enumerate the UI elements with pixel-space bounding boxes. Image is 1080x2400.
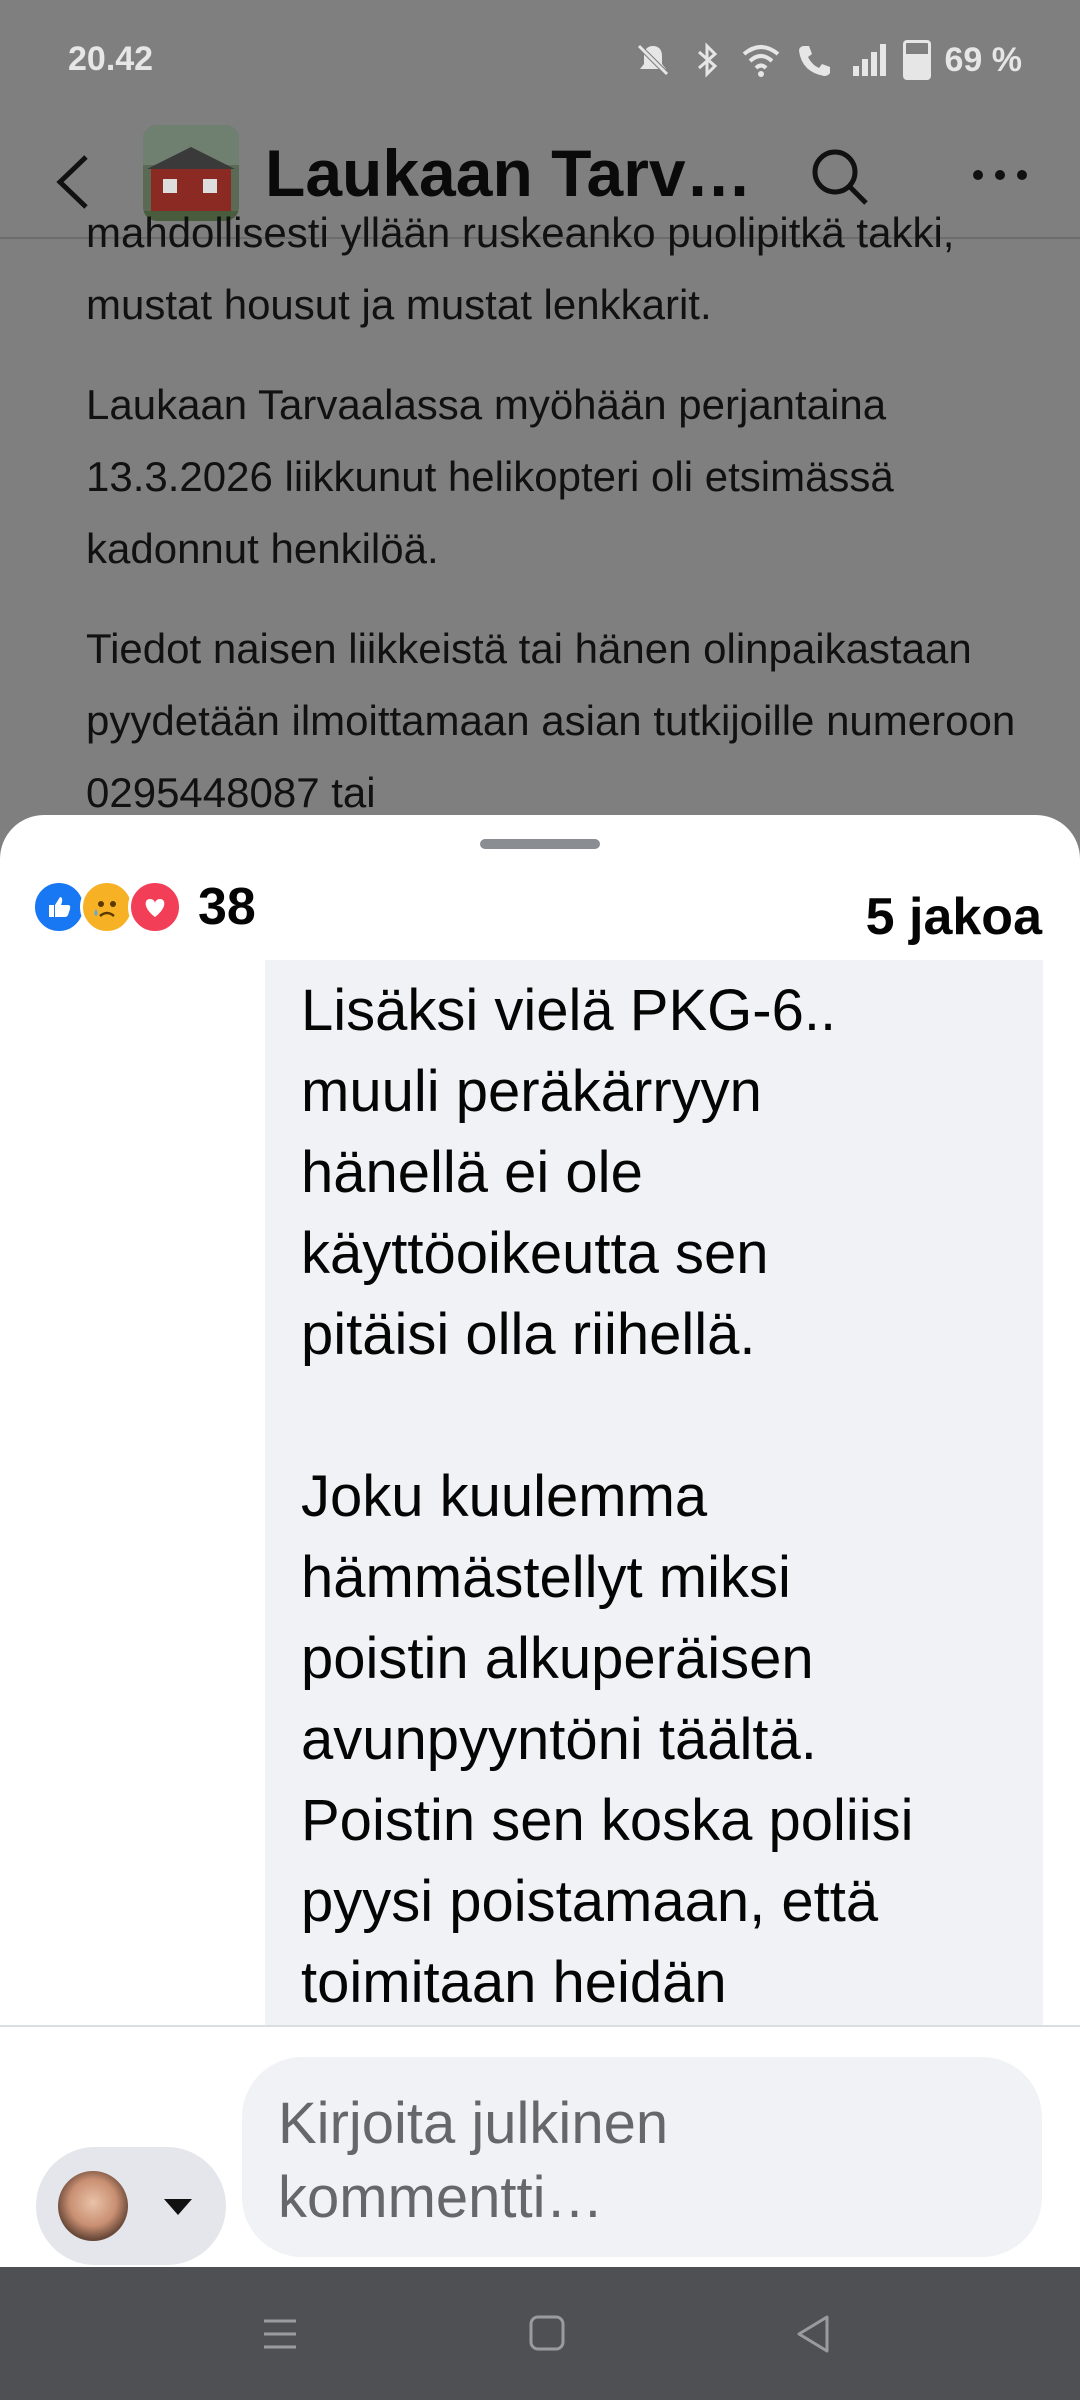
profile-switcher-button[interactable] [36, 2147, 226, 2265]
post-body: mahdollisesti yllään ruskeanko puolipitk… [86, 209, 1016, 830]
signal-icon [852, 44, 886, 76]
comment-text: Lisäksi vielä PKG-6.. muuli peräkärryyn … [301, 978, 914, 2015]
post-paragraph: mahdollisesti yllään ruskeanko puolipitk… [86, 209, 955, 328]
shares-count[interactable]: 5 jakoa [866, 887, 1042, 947]
post-paragraph: Tiedot naisen liikkeistä tai hänen olinp… [86, 625, 1016, 816]
battery-level: 69 % [944, 40, 1023, 79]
mute-icon [636, 44, 669, 76]
comments-sheet: 38 5 jakoa Lisäksi vielä PKG-6.. muuli p… [0, 815, 1080, 2267]
status-icons: 69 % [633, 40, 1023, 80]
recents-icon[interactable] [250, 2309, 310, 2359]
like-icon [32, 880, 86, 934]
back-icon[interactable] [783, 2309, 843, 2359]
reaction-count: 38 [198, 878, 256, 936]
post-paragraph: Laukaan Tarvaalassa myöhään perjantaina … [86, 381, 894, 572]
wifi-call-icon [798, 46, 830, 76]
drag-handle[interactable] [480, 839, 600, 849]
navigation-bar [0, 2267, 1080, 2400]
status-time: 20.42 [68, 40, 154, 78]
dimmed-post-background: 20.42 69 % Laukaan Tarva… mahdollisesti … [0, 0, 1080, 830]
comment-composer: Kirjoita julkinen kommentti… [0, 2027, 1080, 2267]
wifi-icon [742, 45, 779, 77]
reactions-summary[interactable]: 38 [32, 877, 256, 937]
battery-icon [902, 40, 931, 80]
caret-down-icon [164, 2199, 192, 2215]
avatar [58, 2171, 128, 2241]
status-bar: 20.42 69 % [0, 0, 1080, 125]
bluetooth-icon [697, 42, 717, 78]
comment-input[interactable]: Kirjoita julkinen kommentti… [242, 2057, 1042, 2257]
comment-placeholder: Kirjoita julkinen kommentti… [278, 2091, 669, 2230]
home-icon[interactable] [517, 2309, 577, 2359]
love-icon [128, 880, 182, 934]
comment-bubble[interactable]: Lisäksi vielä PKG-6.. muuli peräkärryyn … [265, 960, 1043, 2160]
more-dots-icon[interactable] [968, 155, 1032, 195]
sad-icon [80, 880, 134, 934]
